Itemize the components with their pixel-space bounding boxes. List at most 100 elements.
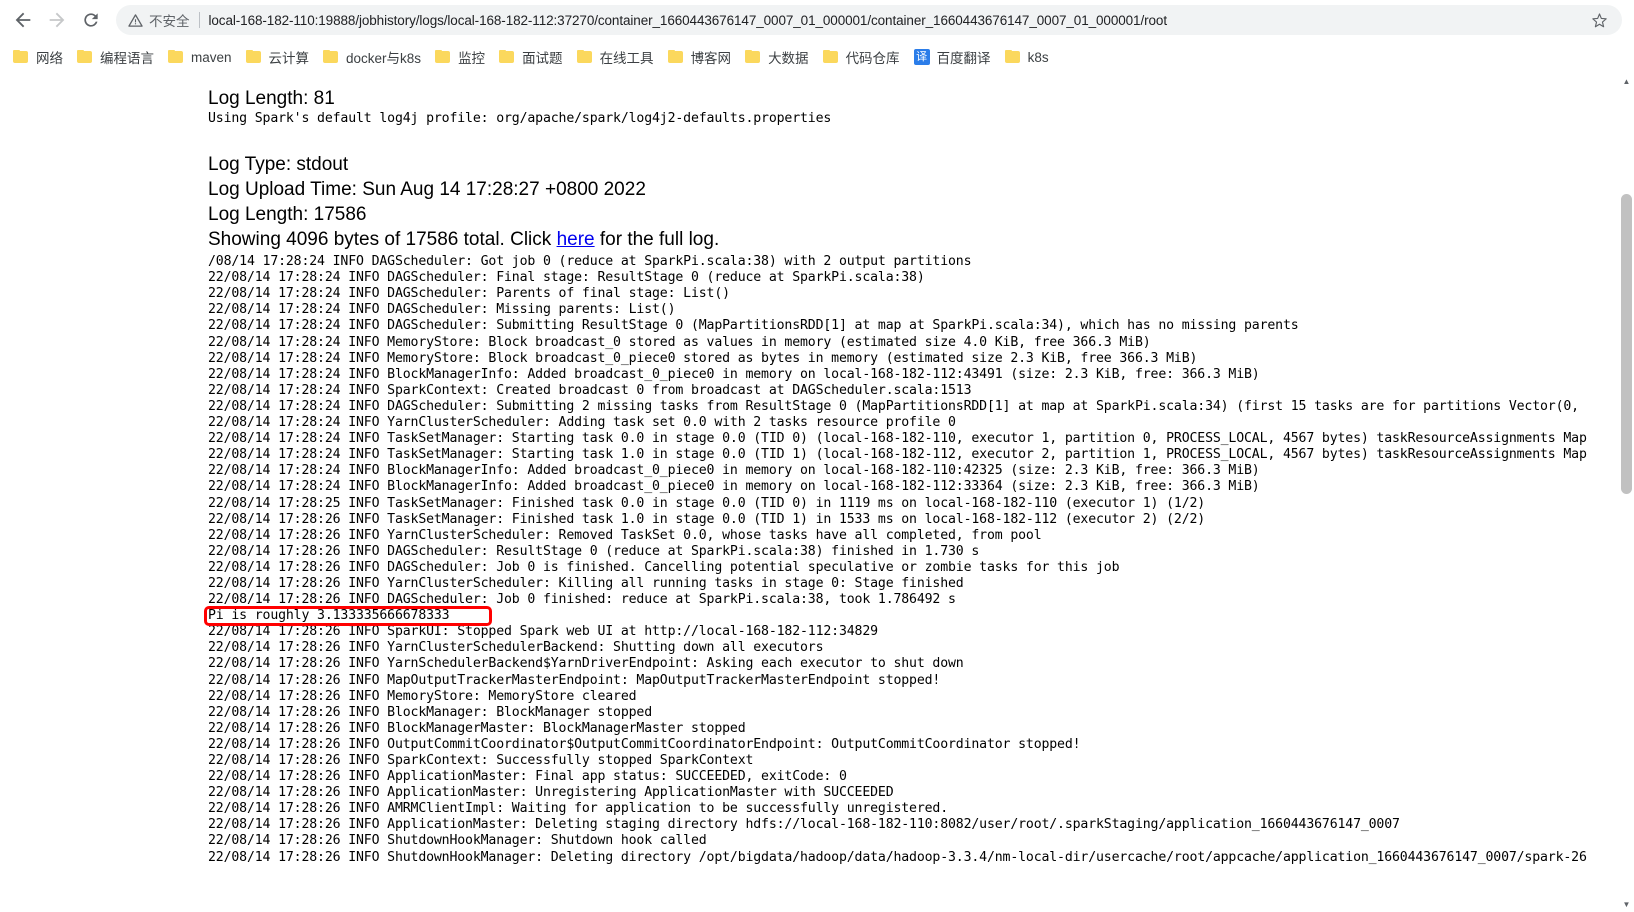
bookmark-label: 在线工具: [599, 51, 654, 66]
bookmark-label: 编程语言: [100, 51, 154, 66]
log-line: 22/08/14 17:28:26 INFO ShutdownHookManag…: [208, 849, 1587, 865]
log-line: 22/08/14 17:28:24 INFO BlockManagerInfo:…: [208, 479, 1260, 495]
log-line: 22/08/14 17:28:24 INFO SparkContext: Cre…: [208, 382, 972, 398]
log-line: 22/08/14 17:28:24 INFO MemoryStore: Bloc…: [208, 350, 1198, 366]
stdout-log-type: Log Type: stdout: [208, 154, 349, 176]
scrollbar-thumb[interactable]: [1621, 194, 1632, 494]
folder-icon: [245, 50, 262, 64]
log-line: 22/08/14 17:28:26 INFO ApplicationMaster…: [208, 785, 894, 801]
bookmark-item[interactable]: docker与k8s: [316, 44, 428, 70]
log-line: 22/08/14 17:28:24 INFO MemoryStore: Bloc…: [208, 334, 1151, 350]
log-output-block: /08/14 17:28:24 INFO DAGScheduler: Got j…: [204, 254, 1634, 866]
log-line: 22/08/14 17:28:24 INFO YarnClusterSchedu…: [208, 415, 956, 431]
security-status-label: 不安全: [149, 14, 190, 29]
translate-icon: 译: [913, 49, 930, 65]
log-line: 22/08/14 17:28:24 INFO TaskSetManager: S…: [208, 447, 1587, 463]
bookmark-label: 大数据: [768, 51, 809, 66]
folder-icon: [435, 50, 451, 64]
stderr-log-length: Log Length: 81: [208, 88, 335, 109]
showing-prefix-text: Showing 4096 bytes of 17586 total. Click: [208, 229, 557, 251]
scrollbar-down-arrow[interactable]: ▼: [1619, 897, 1634, 912]
log-page-content: Log Length: 81 Using Spark's default log…: [0, 74, 1634, 912]
stdout-upload-time: Log Upload Time: Sun Aug 14 17:28:27 +08…: [208, 179, 646, 201]
scrollbar-up-arrow[interactable]: ▲: [1619, 74, 1634, 89]
log-line: /08/14 17:28:24 INFO DAGScheduler: Got j…: [208, 254, 972, 270]
bookmark-item[interactable]: k8s: [998, 44, 1056, 70]
log-line: 22/08/14 17:28:26 INFO YarnClusterSchedu…: [208, 640, 824, 656]
stderr-log-body: Using Spark's default log4j profile: org…: [208, 111, 832, 126]
log-line: 22/08/14 17:28:26 INFO DAGScheduler: Job…: [208, 592, 956, 608]
log-line: 22/08/14 17:28:26 INFO ApplicationMaster…: [208, 769, 847, 785]
log-line: 22/08/14 17:28:26 INFO BlockManagerMaste…: [208, 720, 746, 736]
bookmark-item[interactable]: 译 百度翻译: [907, 44, 998, 70]
bookmark-star-icon[interactable]: [1588, 9, 1610, 31]
bookmark-label: 面试题: [522, 51, 563, 66]
bookmark-item[interactable]: 面试题: [492, 44, 570, 70]
log-line: 22/08/14 17:28:26 INFO ShutdownHookManag…: [208, 833, 707, 849]
log-line: 22/08/14 17:28:26 INFO SparkUI: Stopped …: [208, 624, 878, 640]
bookmark-label: 百度翻译: [936, 51, 991, 66]
bookmark-item[interactable]: 博客网: [661, 44, 739, 70]
browser-chrome: 不安全 local-168-182-110:19888/jobhistory/l…: [0, 0, 1634, 74]
forward-button[interactable]: [42, 5, 72, 35]
bookmark-label: maven: [191, 49, 232, 65]
log-line: 22/08/14 17:28:26 INFO ApplicationMaster…: [208, 817, 1400, 833]
bookmark-item[interactable]: 云计算: [239, 44, 317, 70]
bookmark-item[interactable]: 代码仓库: [816, 44, 907, 70]
log-line: 22/08/14 17:28:26 INFO OutputCommitCoord…: [208, 736, 1081, 752]
log-line: 22/08/14 17:28:26 INFO YarnClusterSchedu…: [208, 527, 1042, 543]
address-bar[interactable]: 不安全 local-168-182-110:19888/jobhistory/l…: [116, 5, 1622, 35]
bookmarks-bar: 网络 编程语言 maven 云计算 docker与k8s 监控 面试题 在线工具…: [0, 40, 1634, 74]
log-line: 22/08/14 17:28:26 INFO AMRMClientImpl: W…: [208, 801, 949, 817]
bookmark-item[interactable]: 在线工具: [570, 44, 661, 70]
bookmark-item[interactable]: 监控: [428, 44, 492, 70]
log-line: 22/08/14 17:28:26 INFO MemoryStore: Memo…: [208, 688, 637, 704]
folder-icon: [822, 50, 839, 64]
log-line: 22/08/14 17:28:26 INFO BlockManager: Blo…: [208, 704, 653, 720]
log-line: 22/08/14 17:28:24 INFO TaskSetManager: S…: [208, 431, 1587, 447]
log-line: 22/08/14 17:28:26 INFO YarnSchedulerBack…: [208, 656, 964, 672]
showing-suffix-text: for the full log.: [594, 229, 720, 251]
browser-toolbar: 不安全 local-168-182-110:19888/jobhistory/l…: [0, 0, 1634, 40]
reload-button[interactable]: [76, 5, 106, 35]
omnibox-divider: [198, 12, 200, 28]
log-line: 22/08/14 17:28:26 INFO DAGScheduler: Job…: [208, 559, 1120, 575]
bookmark-label: 云计算: [268, 51, 310, 66]
log-line: Pi is roughly 3.133335666678333: [208, 608, 450, 624]
bookmark-item[interactable]: 网络: [6, 44, 70, 70]
log-line: 22/08/14 17:28:24 INFO DAGScheduler: Fin…: [208, 270, 925, 286]
folder-icon: [1004, 50, 1021, 64]
bookmark-label: 代码仓库: [845, 51, 900, 66]
arrow-right-icon: [49, 12, 65, 28]
log-line: 22/08/14 17:28:26 INFO MapOutputTrackerM…: [208, 672, 941, 688]
folder-icon: [13, 50, 29, 64]
folder-icon: [77, 50, 93, 64]
bookmark-label: docker与k8s: [346, 51, 422, 66]
folder-icon: [499, 50, 515, 64]
bookmark-label: 监控: [458, 51, 486, 66]
log-line: 22/08/14 17:28:24 INFO DAGScheduler: Sub…: [208, 318, 1299, 334]
back-button[interactable]: [8, 5, 38, 35]
bookmark-label: 网络: [36, 51, 63, 66]
log-line: 22/08/14 17:28:24 INFO BlockManagerInfo:…: [208, 366, 1260, 382]
folder-icon: [168, 50, 184, 64]
log-line: 22/08/14 17:28:26 INFO SparkContext: Suc…: [208, 753, 754, 768]
log-line: 22/08/14 17:28:26 INFO DAGScheduler: Res…: [208, 543, 980, 559]
page-scrollbar[interactable]: ▲ ▼: [1619, 74, 1634, 912]
stdout-log-length: Log Length: 17586: [208, 204, 367, 226]
bookmark-item[interactable]: 大数据: [738, 44, 816, 70]
showing-bytes-notice: Showing 4096 bytes of 17586 total. Click…: [208, 227, 1634, 252]
folder-icon: [745, 50, 761, 64]
full-log-link[interactable]: here: [557, 229, 595, 250]
url-text[interactable]: local-168-182-110:19888/jobhistory/logs/…: [209, 13, 1589, 28]
bookmark-label: 博客网: [690, 51, 732, 66]
log-line: 22/08/14 17:28:24 INFO BlockManagerInfo:…: [208, 463, 1260, 479]
folder-icon: [667, 50, 684, 64]
bookmark-item[interactable]: maven: [161, 44, 239, 70]
log-line: 22/08/14 17:28:26 INFO TaskSetManager: F…: [208, 511, 1206, 527]
folder-icon: [576, 50, 593, 64]
warning-triangle-icon: [128, 13, 143, 28]
bookmark-item[interactable]: 编程语言: [70, 44, 161, 70]
log-line: 22/08/14 17:28:26 INFO YarnClusterSchedu…: [208, 575, 964, 591]
